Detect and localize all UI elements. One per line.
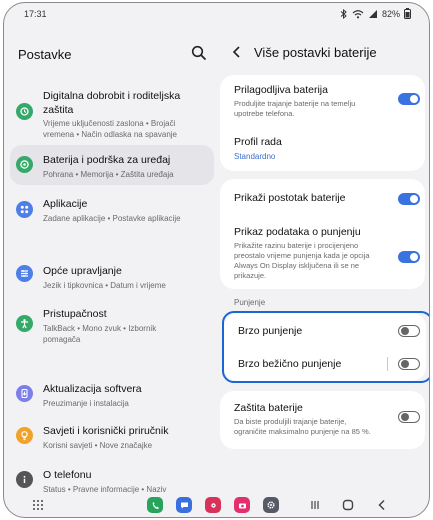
tips-icon (16, 427, 33, 444)
phone-app-icon[interactable] (147, 496, 163, 514)
section-charging-label: Punjenje (234, 298, 266, 307)
card-display-options: Prikaži postotak baterije Prikaz podatak… (220, 179, 425, 289)
home-icon[interactable] (341, 496, 355, 514)
signal-icon (368, 9, 377, 18)
back-arrow-icon[interactable] (230, 45, 244, 59)
device-frame: 17:31 82% Postavke Digitalna dobrobit i … (3, 2, 430, 518)
digital-wellbeing-icon (16, 103, 33, 120)
back-icon[interactable] (375, 496, 389, 514)
general-management-icon (16, 265, 33, 282)
navigation-bar (4, 491, 429, 517)
battery-icon (404, 8, 411, 19)
camera-app-icon[interactable] (234, 496, 250, 514)
app-drawer-icon[interactable] (30, 496, 46, 514)
bluetooth-icon (340, 8, 347, 19)
show-battery-percent-row[interactable]: Prikaži postotak baterije (220, 179, 425, 217)
charging-highlight-frame (222, 311, 429, 383)
messages-app-icon[interactable] (176, 496, 192, 514)
battery-percent: 82% (381, 8, 400, 19)
wifi-icon (352, 9, 364, 18)
card-adaptive-profile: Prilagodljiva baterija Produljite trajan… (220, 75, 425, 171)
performance-profile-value: Standardno (234, 152, 276, 161)
charging-info-row[interactable]: Prikaz podataka o punjenju Prikažite raz… (220, 219, 425, 289)
settings-item-general-management[interactable]: Opće upravljanje Jezik i tipkovnica • Da… (10, 257, 214, 295)
settings-item-software-update[interactable]: Aktualizacija softvera Preuzimanje i ins… (10, 377, 214, 415)
settings-item-apps[interactable]: Aplikacije Zadane aplikacije • Postavke … (10, 193, 214, 231)
performance-profile-row[interactable]: Profil rada Standardno (220, 127, 425, 169)
settings-item-battery-device-care[interactable]: Baterija i podrška za uređaj Pohrana • M… (10, 145, 214, 185)
settings-list-pane: Postavke Digitalna dobrobit i roditeljsk… (4, 23, 216, 494)
battery-care-icon (16, 156, 33, 173)
settings-item-accessibility[interactable]: Pristupačnost TalkBack • Mono zvuk • Izb… (10, 301, 214, 349)
adaptive-battery-row[interactable]: Prilagodljiva baterija Produljite trajan… (220, 75, 425, 123)
charging-info-toggle[interactable] (398, 251, 420, 263)
page-title: Više postavki baterije (254, 45, 377, 60)
status-time: 17:31 (24, 9, 47, 19)
settings-item-digital-wellbeing[interactable]: Digitalna dobrobit i roditeljska zaštita… (10, 83, 214, 143)
card-battery-protection: Zaštita baterije Da biste produljili tra… (220, 391, 425, 449)
show-battery-percent-toggle[interactable] (398, 193, 420, 205)
settings-title: Postavke (18, 47, 72, 62)
battery-settings-pane: Više postavki baterije Prilagodljiva bat… (216, 23, 429, 491)
status-bar: 17:31 82% (4, 3, 429, 23)
status-icons: 82% (340, 8, 411, 19)
accessibility-icon (16, 315, 33, 332)
recents-icon[interactable] (308, 496, 322, 514)
settings-item-tips-manual[interactable]: Savjeti i korisnički priručnik Korisni s… (10, 419, 214, 457)
adaptive-battery-toggle[interactable] (398, 93, 420, 105)
software-update-icon (16, 385, 33, 402)
search-icon[interactable] (190, 44, 208, 62)
battery-protection-row[interactable]: Zaštita baterije Da biste produljili tra… (220, 391, 425, 449)
battery-protection-toggle[interactable] (398, 411, 420, 423)
settings-app-icon[interactable] (263, 496, 279, 514)
apps-icon (16, 201, 33, 218)
gallery-app-icon[interactable] (205, 496, 221, 514)
about-phone-icon (16, 471, 33, 488)
